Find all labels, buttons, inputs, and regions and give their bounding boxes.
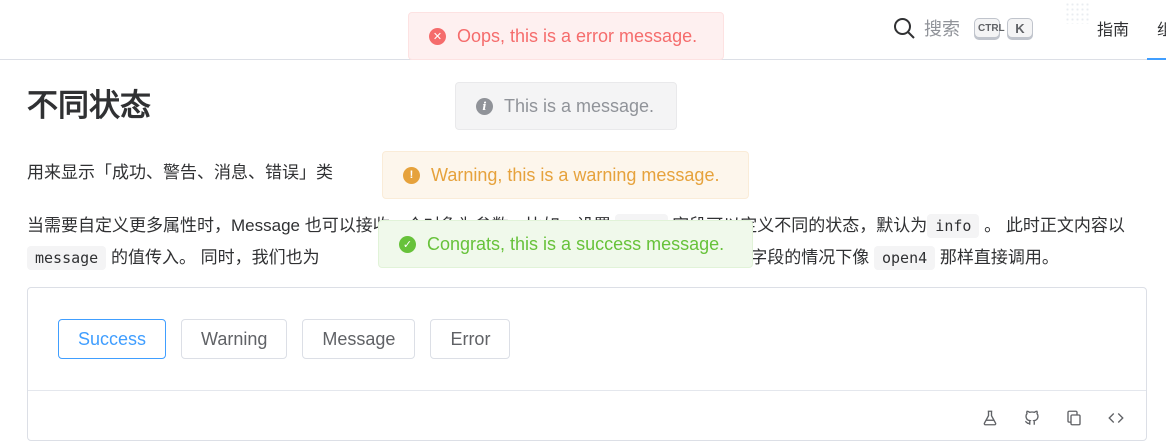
info-circle-icon: i (476, 97, 493, 115)
nav-link-guide[interactable]: 指南 (1097, 16, 1129, 40)
error-button[interactable]: Error (430, 319, 511, 359)
code-open4: open4 (873, 246, 936, 270)
search-label: 搜索 (924, 19, 960, 39)
success-message-text: Congrats, this is a success message. (427, 233, 725, 254)
kbd-ctrl: CTRL (974, 18, 1005, 38)
info-message-text: This is a message. (504, 95, 655, 116)
demo-block: Success Warning Message Error (27, 287, 1147, 441)
message-button[interactable]: Message (302, 319, 416, 359)
nav-link-component[interactable]: 组 (1157, 16, 1166, 40)
warning-message-text: Warning, this is a warning message. (431, 164, 720, 185)
check-circle-icon: ✓ (399, 235, 416, 253)
section-title: 不同状态 (27, 88, 151, 123)
demo-toolbar (978, 406, 1128, 430)
success-button[interactable]: Success (58, 319, 167, 359)
description-paragraph-1: 用来显示「成功、警告、消息、错误」类 (27, 163, 333, 182)
success-message-toast: ✓ Congrats, this is a success message. (378, 220, 753, 268)
view-source-icon[interactable] (1104, 406, 1128, 430)
warning-message-toast: ! Warning, this is a warning message. (382, 151, 749, 199)
demo-divider (28, 390, 1146, 391)
copy-icon[interactable] (1062, 406, 1086, 430)
dot-pattern-decoration (1065, 2, 1089, 24)
nav-active-indicator (1147, 58, 1166, 60)
error-message-text: Oops, this is a error message. (457, 25, 698, 46)
github-icon[interactable] (1020, 406, 1044, 430)
error-message-toast: ✕ Oops, this is a error message. (408, 12, 724, 60)
info-message-toast: i This is a message. (455, 82, 677, 130)
code-message: message (27, 246, 107, 270)
warning-circle-icon: ! (403, 166, 420, 184)
search-button[interactable]: 搜索 CTRL K (892, 14, 1033, 42)
search-icon (894, 18, 915, 39)
kbd-k: K (1007, 18, 1033, 38)
close-circle-icon: ✕ (429, 27, 446, 45)
warning-button[interactable]: Warning (181, 319, 288, 359)
playground-icon[interactable] (978, 406, 1002, 430)
code-info: info (927, 214, 980, 238)
demo-button-group: Success Warning Message Error (58, 319, 511, 359)
